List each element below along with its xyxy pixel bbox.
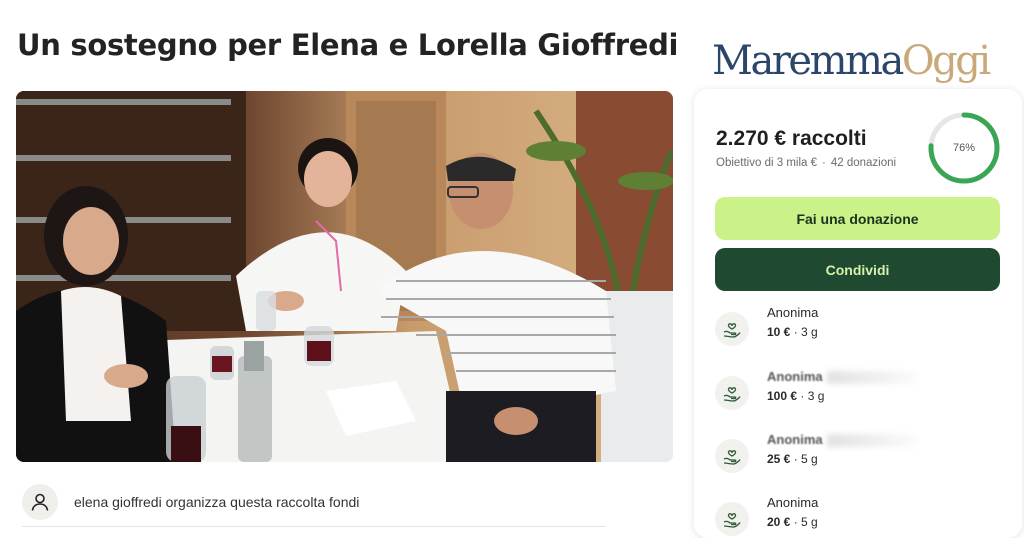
organizer-text: elena gioffredi organizza questa raccolt… <box>74 494 360 510</box>
donations-count: 42 donazioni <box>830 157 897 169</box>
donor-name: Anonima <box>767 495 819 510</box>
donation-meta: 100 € · 3 g <box>767 389 825 403</box>
donation-time: 5 g <box>801 515 818 529</box>
donate-button[interactable]: Fai una donazione <box>715 197 1000 240</box>
donor-name: Anonima <box>767 432 823 447</box>
page-title: Un sostegno per Elena e Lorella Gioffred… <box>17 28 679 62</box>
blurred-overlay <box>827 434 917 447</box>
organizer-row[interactable]: elena gioffredi organizza questa raccolt… <box>22 476 612 528</box>
donor-name: Anonima <box>767 305 819 320</box>
donation-item: Anonima 20 € · 5 g <box>715 494 1005 538</box>
campaign-photo <box>16 91 673 462</box>
donation-amount: 10 € <box>767 325 791 339</box>
donation-time: 3 g <box>801 325 818 339</box>
share-button[interactable]: Condividi <box>715 248 1000 291</box>
heart-hand-icon <box>715 502 749 536</box>
donation-item: Anonima 100 € · 3 g <box>715 368 1005 418</box>
donation-time: 5 g <box>801 452 818 466</box>
user-icon <box>22 484 58 520</box>
donation-item: Anonima 25 € · 5 g <box>715 431 1005 481</box>
donation-amount: 20 € <box>767 515 791 529</box>
donation-amount: 100 € <box>767 389 798 403</box>
donation-meta: 25 € · 5 g <box>767 452 818 466</box>
heart-hand-icon <box>715 312 749 346</box>
amount-raised: 2.270 € raccolti <box>716 127 867 150</box>
blurred-overlay <box>827 371 917 384</box>
donation-time: 3 g <box>807 389 825 403</box>
goal-text: Obiettivo di 3 mila € <box>716 157 817 169</box>
donor-name: Anonima <box>767 369 823 384</box>
separator: · <box>822 157 826 169</box>
goal-line: Obiettivo di 3 mila € · 42 donazioni <box>716 157 896 169</box>
donation-meta: 20 € · 5 g <box>767 515 818 529</box>
heart-hand-icon <box>715 439 749 473</box>
heart-hand-icon <box>715 376 749 410</box>
brand-logo: MaremmaOggi <box>712 38 991 84</box>
progress-label: 76% <box>952 142 976 154</box>
brand-logo-part2: Oggi <box>901 38 991 84</box>
divider <box>22 526 606 527</box>
donation-amount: 25 € <box>767 452 791 466</box>
donation-item: Anonima 10 € · 3 g <box>715 304 1005 354</box>
donation-sidebar: 2.270 € raccolti Obiettivo di 3 mila € · 4… <box>694 89 1022 538</box>
donation-meta: 10 € · 3 g <box>767 325 818 339</box>
brand-logo-part1: Maremma <box>712 38 904 84</box>
